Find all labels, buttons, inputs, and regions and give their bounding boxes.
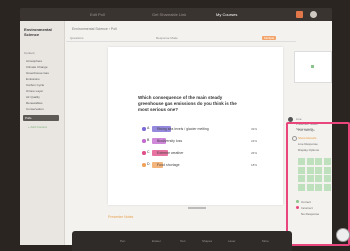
sidebar-item[interactable]: Atmosphere (26, 59, 42, 63)
legend-label: Correct (301, 200, 311, 204)
tool-shapes[interactable]: Shapes (202, 239, 212, 243)
option-text: Extreme weather (157, 151, 184, 155)
sidebar-item[interactable]: Climate Change (26, 65, 48, 69)
option-value: 32% (250, 127, 257, 131)
settings-line: Poll Settings (298, 128, 315, 132)
mode-pill[interactable]: Multiple (262, 36, 277, 40)
option-c[interactable]: C Extreme weather 26% (142, 150, 277, 156)
option-value: 24% (250, 139, 257, 143)
legend-dot-icon (296, 206, 299, 209)
tool-more[interactable]: More (262, 239, 269, 243)
response-cell (298, 158, 305, 165)
response-cell (306, 175, 314, 183)
sidebar-item[interactable]: Renewables (26, 101, 43, 105)
option-a[interactable]: A Rising sea levels / glacier melting 32… (142, 126, 277, 132)
option-d[interactable]: D Food shortage 18% (142, 162, 277, 168)
response-cell (323, 175, 331, 183)
subheader: Questions Response Mode Multiple (66, 35, 296, 42)
option-letter: B (147, 138, 150, 142)
settings-line[interactable]: Show Results (298, 136, 316, 140)
sidebar-section-label: Content (24, 51, 35, 55)
response-grid (298, 158, 331, 191)
tool-pen[interactable]: Pen (120, 239, 125, 243)
option-dot (142, 127, 146, 131)
add-content-link[interactable]: + Add Content (28, 125, 47, 129)
card-resize-handle[interactable] (188, 207, 206, 209)
radio-icon[interactable] (292, 136, 297, 141)
preview-marker (311, 65, 314, 68)
sidebar-item[interactable]: Greenhouse Gas (26, 71, 49, 75)
slide-preview[interactable] (294, 51, 332, 83)
option-letter: A (147, 126, 150, 130)
option-b[interactable]: B Biodiversity loss 24% (142, 138, 277, 144)
settings-line[interactable]: Live Response (298, 142, 318, 146)
option-dot (142, 163, 146, 167)
response-cell (323, 183, 331, 191)
notification-icon[interactable] (296, 11, 303, 18)
avatar[interactable] (310, 11, 317, 18)
response-cell (323, 166, 331, 174)
nav-edit-poll[interactable]: Edit Poll (90, 12, 105, 17)
subheader-mode[interactable]: Response Mode (156, 36, 178, 40)
tool-laser[interactable]: Laser (228, 239, 236, 243)
option-value: 26% (250, 151, 257, 155)
top-bar: Edit Poll Get Shareable Link My Courses (20, 8, 332, 21)
sidebar-item[interactable]: Conservation (26, 107, 44, 111)
nav-shareable-link[interactable]: Get Shareable Link (152, 12, 186, 17)
legend-label: No Response (301, 212, 320, 216)
option-dot (142, 151, 146, 155)
presenter-notes-link[interactable]: Presenter Notes (108, 215, 133, 219)
sidebar-item[interactable]: Carbon Cycle (26, 83, 44, 87)
option-letter: C (147, 150, 150, 154)
response-cell (298, 175, 305, 183)
presenter-line: Live (296, 117, 302, 121)
option-dot (142, 139, 146, 143)
option-text: Biodiversity loss (157, 139, 183, 143)
option-value: 18% (250, 163, 257, 167)
response-cell (298, 166, 305, 174)
help-icon[interactable] (336, 228, 350, 242)
response-cell (315, 183, 322, 191)
presentation-toolbar: Pen Eraser Text Shapes Laser More (72, 231, 292, 251)
tool-text[interactable]: Text (180, 239, 186, 243)
response-cell (323, 158, 331, 165)
question-text: Which consequence of the main steady gre… (138, 95, 237, 112)
response-cell (315, 175, 322, 183)
settings-line[interactable]: Display Options (298, 148, 319, 152)
subheader-questions[interactable]: Questions (70, 36, 84, 40)
tool-eraser[interactable]: Eraser (152, 239, 161, 243)
response-cell (306, 158, 314, 165)
legend-dot-icon (296, 200, 299, 203)
response-cell (315, 158, 322, 165)
sidebar-item[interactable]: Ozone Layer (26, 89, 43, 93)
response-cell (298, 183, 305, 191)
sidebar-item-polls[interactable]: Polls (23, 115, 59, 121)
response-cell (306, 183, 314, 191)
course-title: Environmental Science (24, 27, 52, 37)
option-text: Rising sea levels / glacier melting (157, 127, 209, 131)
option-text: Food shortage (157, 163, 180, 167)
sidebar-item[interactable]: Emissions (26, 77, 40, 81)
breadcrumb: Environmental Science › Poll (72, 27, 117, 31)
option-letter: D (147, 162, 150, 166)
response-cell (306, 166, 314, 174)
nav-my-courses[interactable]: My Courses (216, 12, 237, 17)
sidebar-item[interactable]: Air Quality (26, 95, 40, 99)
question-card: Which consequence of the main steady gre… (108, 47, 283, 209)
legend-label: Incorrect (301, 206, 313, 210)
response-cell (315, 166, 322, 174)
sidebar: Environmental Science Content Atmosphere… (20, 21, 65, 245)
